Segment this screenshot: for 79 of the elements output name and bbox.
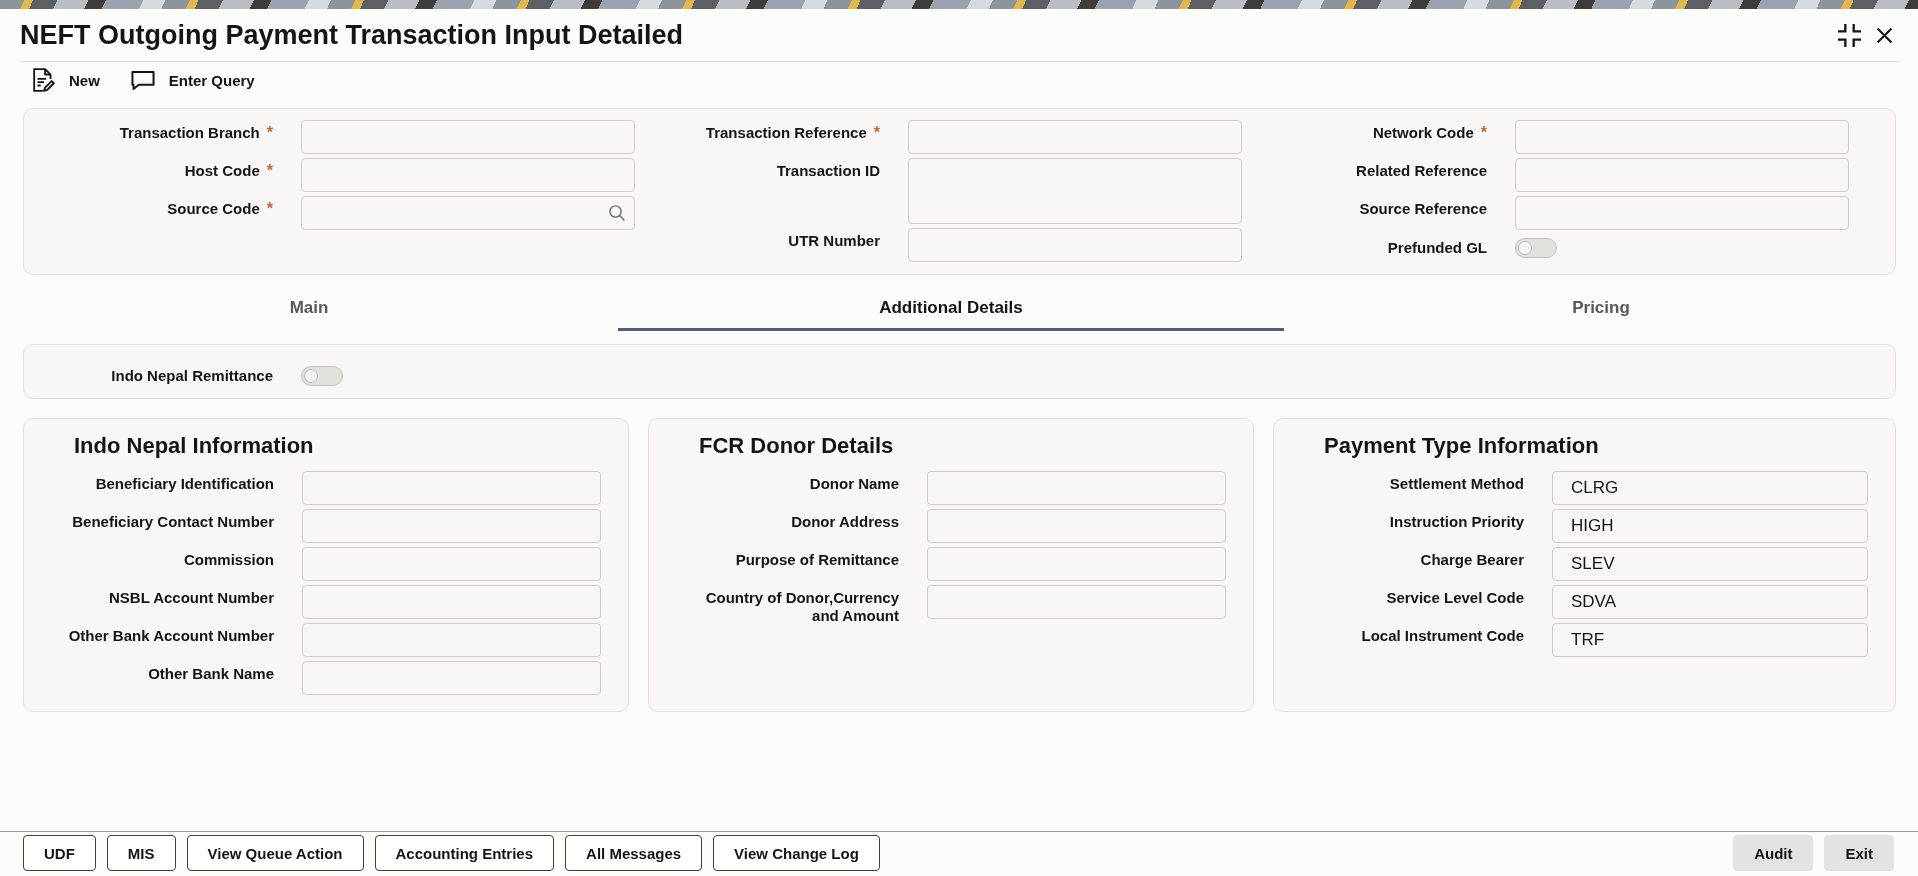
- field-label: Beneficiary Identification: [94, 474, 274, 493]
- field-label: Settlement Method: [1388, 474, 1524, 493]
- tab[interactable]: Additional Details: [618, 275, 1284, 331]
- input-field[interactable]: CLRG: [1552, 471, 1868, 505]
- field-label: NSBL Account Number: [108, 588, 274, 607]
- toggle-switch[interactable]: [1515, 238, 1557, 258]
- input-field[interactable]: SLEV: [1552, 547, 1868, 581]
- field-label: Other Bank Account Number: [67, 626, 274, 645]
- search-icon[interactable]: [609, 205, 625, 221]
- input-field[interactable]: [302, 585, 601, 619]
- close-icon[interactable]: [1876, 28, 1893, 43]
- tab[interactable]: Pricing: [1284, 275, 1918, 331]
- section-title: Payment Type Information: [1323, 433, 1600, 459]
- field-label: Country of Donor,Currency and Amount: [704, 588, 899, 625]
- field-label: Network Code: [1372, 124, 1474, 142]
- action-button[interactable]: Exit: [1824, 835, 1894, 871]
- field-label: Prefunded GL: [1387, 239, 1487, 257]
- section-title: Indo Nepal Information: [73, 433, 315, 459]
- input-field[interactable]: [301, 196, 635, 230]
- field-label: Source Reference: [1359, 200, 1487, 218]
- toggle-switch[interactable]: [301, 366, 343, 386]
- field-label: Purpose of Remittance: [734, 550, 899, 569]
- input-field[interactable]: TRF: [1552, 623, 1868, 657]
- enter-query-button[interactable]: Enter Query: [130, 70, 255, 90]
- input-field[interactable]: [927, 585, 1226, 619]
- input-field[interactable]: [301, 120, 635, 154]
- required-asterisk: *: [266, 200, 273, 218]
- tab[interactable]: Main: [0, 275, 618, 331]
- action-button[interactable]: View Change Log: [713, 835, 880, 871]
- field-label: Transaction Reference: [705, 124, 867, 142]
- field-label: Donor Address: [790, 512, 899, 531]
- input-field[interactable]: [302, 623, 601, 657]
- input-field[interactable]: [908, 228, 1242, 262]
- input-field[interactable]: [302, 471, 601, 505]
- field-label: Transaction Branch: [119, 124, 260, 142]
- document-pencil-icon: [33, 68, 55, 92]
- action-button[interactable]: UDF: [23, 835, 96, 871]
- action-button[interactable]: Accounting Entries: [374, 835, 555, 871]
- required-asterisk: *: [266, 162, 273, 180]
- input-field[interactable]: [302, 661, 601, 695]
- text-area-field[interactable]: [908, 158, 1242, 224]
- window-title: NEFT Outgoing Payment Transaction Input Detailed: [20, 19, 684, 52]
- field-label: UTR Number: [788, 232, 880, 250]
- required-asterisk: *: [873, 124, 880, 142]
- field-label: Transaction ID: [776, 162, 880, 180]
- required-asterisk: *: [1480, 124, 1487, 142]
- field-label: Related Reference: [1356, 162, 1487, 180]
- input-field[interactable]: HIGH: [1552, 509, 1868, 543]
- speech-bubble-icon: [130, 70, 155, 90]
- field-label: Donor Name: [808, 474, 899, 493]
- required-asterisk: *: [266, 124, 273, 142]
- field-label: Commission: [183, 550, 274, 569]
- input-field[interactable]: [301, 158, 635, 192]
- action-button[interactable]: All Messages: [565, 835, 703, 871]
- input-field[interactable]: SDVA: [1552, 585, 1868, 619]
- input-field[interactable]: [302, 547, 601, 581]
- input-field[interactable]: [1515, 120, 1849, 154]
- field-label: Local Instrument Code: [1360, 626, 1524, 645]
- section-title: FCR Donor Details: [698, 433, 895, 459]
- field-label: Beneficiary Contact Number: [71, 512, 274, 531]
- input-field[interactable]: [927, 471, 1226, 505]
- action-button[interactable]: MIS: [106, 835, 176, 871]
- input-field[interactable]: [1515, 158, 1849, 192]
- field-label: Indo Nepal Remittance: [110, 367, 273, 385]
- input-field[interactable]: [1515, 196, 1849, 230]
- field-label: Host Code: [184, 162, 260, 180]
- compress-icon[interactable]: [1836, 23, 1863, 47]
- action-button[interactable]: View Queue Action: [186, 835, 364, 871]
- new-button[interactable]: New: [33, 68, 100, 92]
- field-label: Other Bank Name: [147, 664, 274, 683]
- field-label: Instruction Priority: [1388, 512, 1524, 531]
- field-label: Charge Bearer: [1419, 550, 1524, 569]
- field-label: Service Level Code: [1385, 588, 1524, 607]
- action-button[interactable]: Audit: [1733, 835, 1814, 871]
- input-field[interactable]: [302, 509, 601, 543]
- field-label: Source Code: [167, 200, 260, 218]
- input-field[interactable]: [908, 120, 1242, 154]
- input-field[interactable]: [927, 547, 1226, 581]
- input-field[interactable]: [927, 509, 1226, 543]
